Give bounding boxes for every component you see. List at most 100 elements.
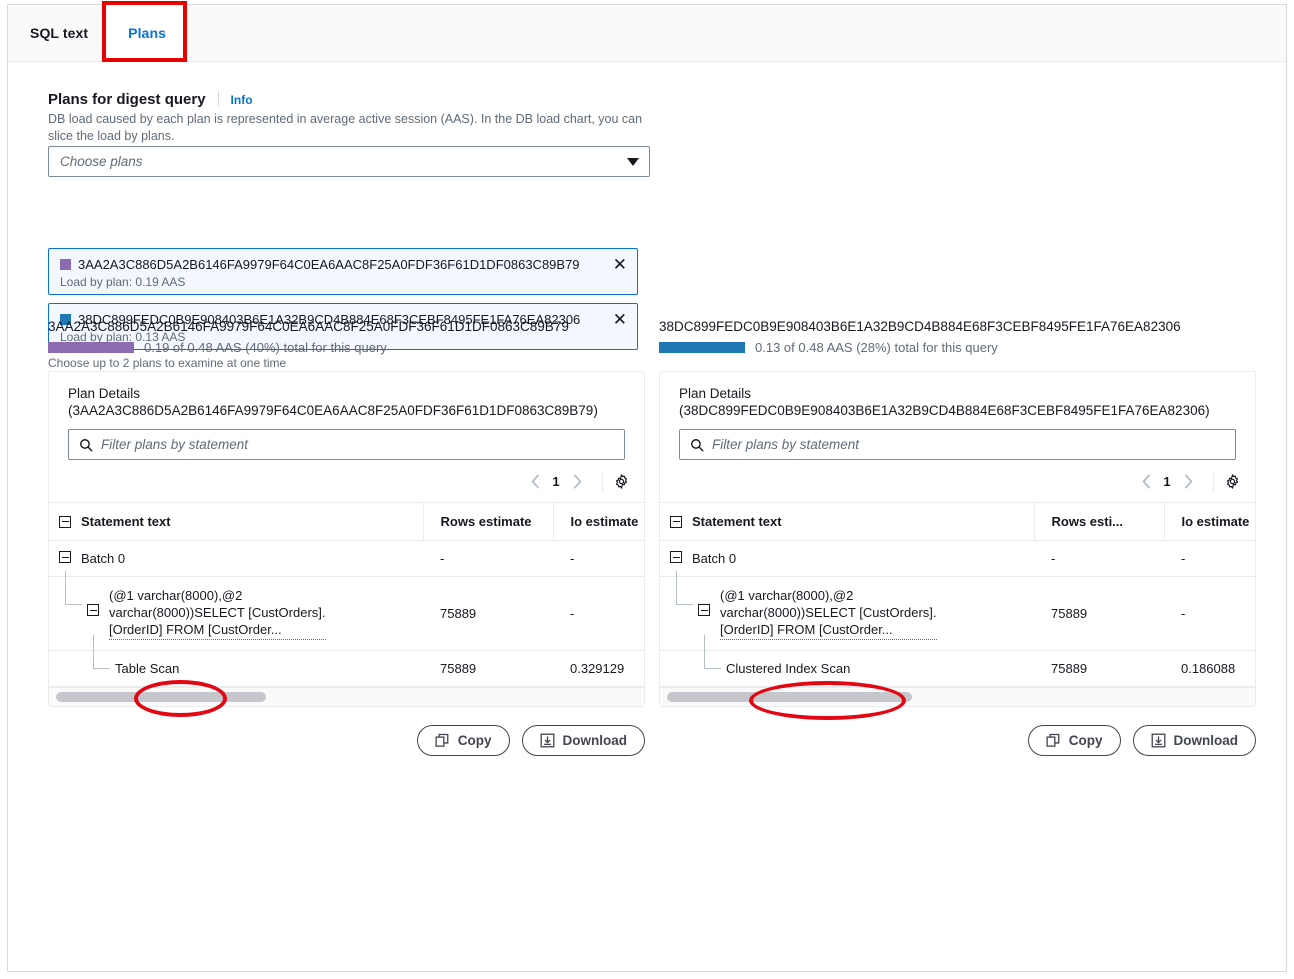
cell-rows-estimate: 75889: [1034, 651, 1164, 687]
download-icon: [1151, 733, 1166, 748]
cell-io-estimate: -: [1164, 577, 1256, 651]
table-row[interactable]: (@1 varchar(8000),@2 varchar(8000))SELEC…: [660, 577, 1256, 651]
table-preferences-button[interactable]: [613, 473, 630, 490]
filter-plans-input-left[interactable]: Filter plans by statement: [68, 429, 625, 460]
aas-bar: [48, 342, 134, 353]
next-page-button[interactable]: [564, 469, 590, 495]
column-header-statement-text-label: Statement text: [81, 514, 171, 529]
plan-panel-right-aas: 0.13 of 0.48 AAS (28%) total for this qu…: [659, 341, 1259, 354]
stmt-line-2: varchar(8000))SELECT [CustOrders].: [109, 605, 326, 620]
download-button-right[interactable]: Download: [1133, 725, 1257, 756]
expand-toggle-icon[interactable]: [670, 551, 682, 563]
card-header: Plan Details (3AA2A3C886D5A2B6146FA9979F…: [49, 372, 644, 418]
table-header-row: Statement text Rows esti... Io estimate: [660, 503, 1256, 541]
tab-bar: SQL text Plans: [8, 5, 1286, 62]
copy-button-right[interactable]: Copy: [1028, 725, 1121, 756]
cell-rows-estimate: 75889: [1034, 577, 1164, 651]
column-header-statement-text[interactable]: Statement text: [660, 503, 1034, 541]
cell-rows-estimate: -: [1034, 541, 1164, 577]
horizontal-scrollbar-right[interactable]: [660, 687, 1255, 706]
chevron-right-icon: [573, 474, 582, 489]
selected-plan-token-1-load: Load by plan: 0.19 AAS: [60, 275, 627, 289]
cell-io-estimate: -: [1164, 541, 1256, 577]
tab-sql-text[interactable]: SQL text: [8, 5, 108, 61]
previous-page-button[interactable]: [1133, 469, 1159, 495]
table-preferences-button[interactable]: [1224, 473, 1241, 490]
table-row[interactable]: Clustered Index Scan 75889 0.186088: [660, 651, 1256, 687]
choose-plans-placeholder: Choose plans: [60, 154, 627, 169]
table-row[interactable]: (@1 varchar(8000),@2 varchar(8000))SELEC…: [49, 577, 645, 651]
column-header-io-estimate[interactable]: Io estimate: [1164, 503, 1256, 541]
plan-panel-left-id: 3AA2A3C886D5A2B6146FA9979F64C0EA6AAC8F25…: [48, 319, 648, 334]
plan-details-card-left: Plan Details (3AA2A3C886D5A2B6146FA9979F…: [48, 371, 645, 707]
tab-sql-text-label: SQL text: [30, 25, 88, 41]
info-link[interactable]: Info: [231, 93, 253, 107]
cell-rows-estimate: -: [423, 541, 553, 577]
pagination-left: 1: [49, 460, 644, 502]
column-header-io-estimate[interactable]: Io estimate: [553, 503, 645, 541]
choose-plans-select[interactable]: Choose plans: [48, 146, 650, 177]
row-label: (@1 varchar(8000),@2 varchar(8000))SELEC…: [720, 587, 937, 640]
horizontal-scrollbar-left[interactable]: [49, 687, 644, 706]
plan-details-card-right: Plan Details (38DC899FEDC0B9E908403B6E1A…: [659, 371, 1256, 707]
download-button-left[interactable]: Download: [522, 725, 646, 756]
table-header-row: Statement text Rows estimate Io estimate: [49, 503, 645, 541]
plan-panel-left: 3AA2A3C886D5A2B6146FA9979F64C0EA6AAC8F25…: [48, 319, 648, 756]
expand-toggle-icon[interactable]: [87, 604, 99, 616]
copy-button-label: Copy: [458, 733, 492, 748]
table-row[interactable]: Batch 0 - -: [49, 541, 645, 577]
plan-table-right: Statement text Rows esti... Io estimate: [660, 502, 1256, 687]
selected-plan-token-1-label: 3AA2A3C886D5A2B6146FA9979F64C0EA6AAC8F25…: [78, 257, 607, 272]
plan-details-title: Plan Details: [679, 386, 1236, 401]
column-header-rows-estimate[interactable]: Rows esti...: [1034, 503, 1164, 541]
divider: [218, 91, 219, 106]
copy-button-label: Copy: [1069, 733, 1103, 748]
cell-rows-estimate: 75889: [423, 651, 553, 687]
page-number[interactable]: 1: [548, 474, 564, 489]
plans-content: Plans for digest query Info DB load caus…: [8, 63, 1286, 971]
plan-details-subtitle: (38DC899FEDC0B9E908403B6E1A32B9CD4B884E6…: [679, 403, 1236, 418]
copy-button-left[interactable]: Copy: [417, 725, 510, 756]
plan-table-left: Statement text Rows estimate Io estimate: [49, 502, 645, 687]
filter-wrap: Filter plans by statement: [660, 418, 1255, 460]
collapse-all-icon[interactable]: [59, 516, 71, 528]
tab-plans-label: Plans: [128, 25, 166, 41]
column-header-rows-estimate[interactable]: Rows estimate: [423, 503, 553, 541]
next-page-button[interactable]: [1175, 469, 1201, 495]
plan-panel-right: 38DC899FEDC0B9E908403B6E1A32B9CD4B884E68…: [659, 319, 1259, 756]
table-row[interactable]: Batch 0 - -: [660, 541, 1256, 577]
section-description: DB load caused by each plan is represent…: [48, 111, 648, 145]
download-button-label: Download: [1174, 733, 1239, 748]
chevron-left-icon: [531, 474, 540, 489]
expand-toggle-icon[interactable]: [59, 551, 71, 563]
page-number[interactable]: 1: [1159, 474, 1175, 489]
expand-toggle-icon[interactable]: [698, 604, 710, 616]
section-header: Plans for digest query Info: [48, 89, 253, 108]
download-button-label: Download: [563, 733, 628, 748]
gear-icon: [613, 473, 630, 490]
table-row[interactable]: Table Scan 75889 0.329129: [49, 651, 645, 687]
actions-right: Copy Download: [659, 725, 1259, 756]
divider: [1213, 471, 1214, 493]
row-label: Batch 0: [81, 551, 125, 566]
filter-plans-input-right[interactable]: Filter plans by statement: [679, 429, 1236, 460]
collapse-all-icon[interactable]: [670, 516, 682, 528]
copy-icon: [435, 733, 450, 748]
copy-icon: [1046, 733, 1061, 748]
scrollbar-thumb[interactable]: [667, 692, 912, 702]
tab-plans[interactable]: Plans: [108, 5, 186, 61]
column-header-statement-text-label: Statement text: [692, 514, 782, 529]
plan-details-title: Plan Details: [68, 386, 625, 401]
scrollbar-thumb[interactable]: [56, 692, 266, 702]
plans-screen: SQL text Plans Plans for digest query In…: [0, 0, 1294, 979]
column-header-statement-text[interactable]: Statement text: [49, 503, 423, 541]
token-row: 3AA2A3C886D5A2B6146FA9979F64C0EA6AAC8F25…: [60, 256, 627, 273]
selected-plan-token-1[interactable]: 3AA2A3C886D5A2B6146FA9979F64C0EA6AAC8F25…: [48, 248, 638, 295]
stmt-line-1: (@1 varchar(8000),@2: [109, 588, 242, 603]
cell-io-estimate: 0.329129: [553, 651, 645, 687]
previous-page-button[interactable]: [522, 469, 548, 495]
cell-rows-estimate: 75889: [423, 577, 553, 651]
close-icon[interactable]: ✕: [613, 256, 627, 273]
row-label: (@1 varchar(8000),@2 varchar(8000))SELEC…: [109, 587, 326, 640]
plan-panel-right-id: 38DC899FEDC0B9E908403B6E1A32B9CD4B884E68…: [659, 319, 1259, 334]
